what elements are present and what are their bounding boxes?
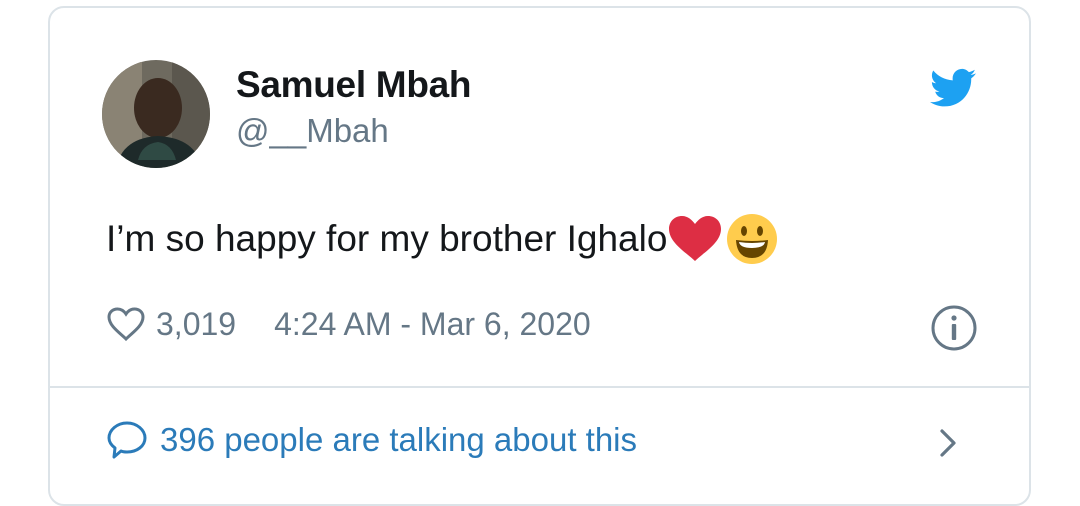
talking-link[interactable]: 396 people are talking about this bbox=[106, 420, 637, 460]
divider bbox=[50, 386, 1029, 388]
info-icon[interactable] bbox=[930, 304, 978, 352]
tweet-meta: 3,019 4:24 AM - Mar 6, 2020 bbox=[106, 304, 591, 344]
twitter-bird-icon[interactable] bbox=[930, 68, 976, 108]
timestamp[interactable]: 4:24 AM - Mar 6, 2020 bbox=[274, 306, 591, 343]
avatar[interactable] bbox=[102, 60, 210, 168]
tweet-body: I’m so happy for my brother Ighalo bbox=[106, 218, 668, 259]
like-count[interactable]: 3,019 bbox=[156, 306, 236, 343]
smiley-emoji bbox=[727, 214, 778, 264]
tweet-text: I’m so happy for my brother Ighalo bbox=[106, 212, 779, 266]
heart-icon[interactable] bbox=[106, 306, 146, 342]
chevron-right-icon[interactable] bbox=[936, 426, 960, 460]
speech-bubble-icon bbox=[107, 421, 147, 459]
tweet-card[interactable]: Samuel Mbah @__Mbah I’m so happy for my … bbox=[48, 6, 1031, 506]
red-heart-emoji bbox=[669, 216, 722, 261]
display-name[interactable]: Samuel Mbah bbox=[236, 64, 472, 106]
talking-label[interactable]: 396 people are talking about this bbox=[160, 421, 637, 459]
user-handle[interactable]: @__Mbah bbox=[236, 112, 389, 150]
